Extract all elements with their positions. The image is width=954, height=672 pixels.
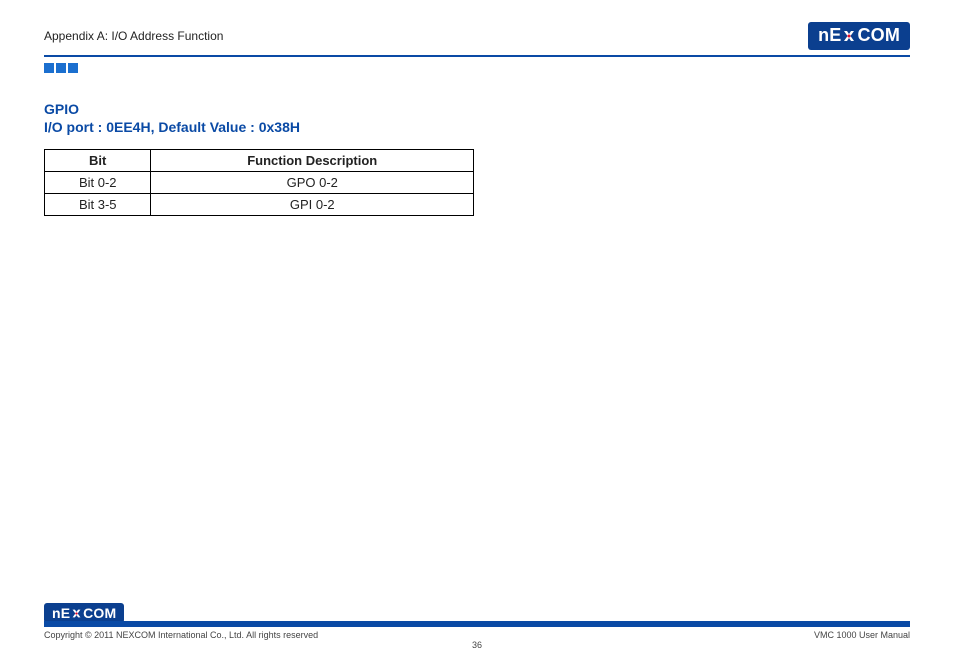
footer-manual: VMC 1000 User Manual: [814, 630, 910, 640]
th-bit: Bit: [45, 150, 151, 172]
td-bit: Bit 0-2: [45, 172, 151, 194]
section-title-gpio: GPIO: [44, 101, 910, 117]
logo-text-pre: nE: [818, 25, 841, 46]
decor-squares: [44, 63, 910, 73]
table-header-row: Bit Function Description: [45, 150, 474, 172]
footer-page-number: 36: [44, 640, 910, 650]
gpio-table: Bit Function Description Bit 0-2 GPO 0-2…: [44, 149, 474, 216]
logo-x-icon: [842, 29, 856, 43]
footer-rule: [44, 621, 910, 627]
breadcrumb: Appendix A: I/O Address Function: [44, 29, 223, 43]
footer-brand-logo: nE COM: [44, 603, 124, 623]
table-row: Bit 0-2 GPO 0-2: [45, 172, 474, 194]
logo-text-post: COM: [857, 25, 900, 46]
logo-x-icon: [71, 608, 82, 619]
logo-text-pre: nE: [52, 605, 70, 621]
footer-copyright: Copyright © 2011 NEXCOM International Co…: [44, 630, 318, 640]
th-desc: Function Description: [151, 150, 474, 172]
brand-logo: nE COM: [808, 22, 910, 50]
td-bit: Bit 3-5: [45, 194, 151, 216]
logo-text-post: COM: [83, 605, 116, 621]
table-row: Bit 3-5 GPI 0-2: [45, 194, 474, 216]
td-desc: GPI 0-2: [151, 194, 474, 216]
header-rule: [44, 55, 910, 57]
section-subtitle-port: I/O port : 0EE4H, Default Value : 0x38H: [44, 119, 910, 135]
td-desc: GPO 0-2: [151, 172, 474, 194]
